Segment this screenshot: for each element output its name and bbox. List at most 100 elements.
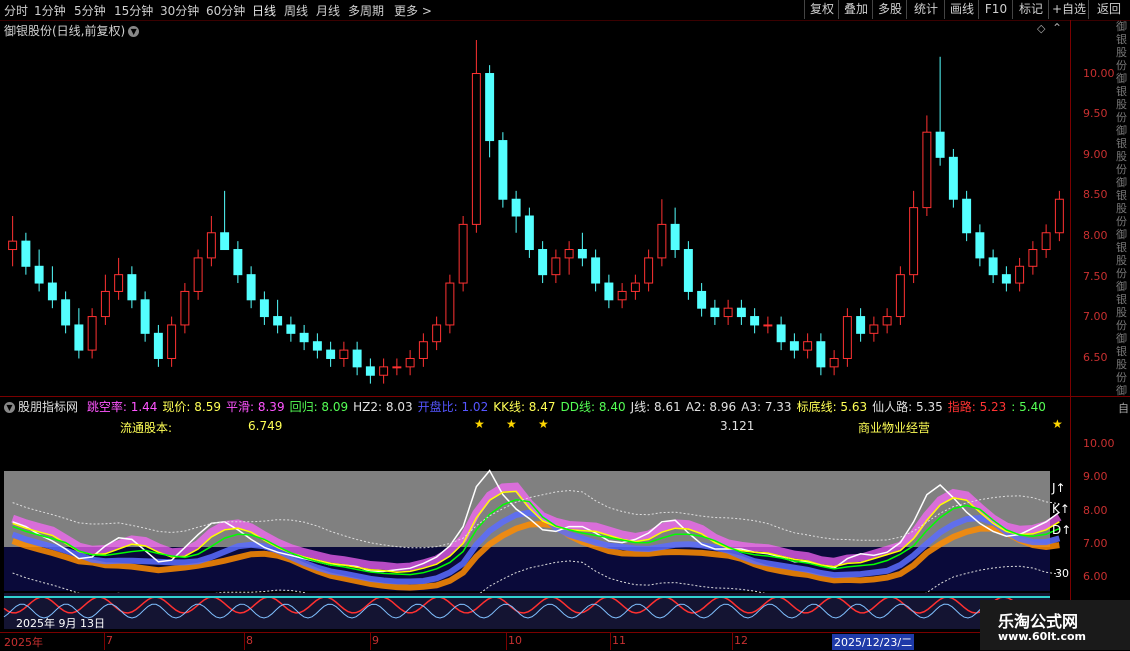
candle xyxy=(909,190,919,284)
candle xyxy=(180,283,190,334)
period-tab-5min[interactable]: 5分钟 xyxy=(74,2,106,19)
period-tab-1min[interactable]: 1分钟 xyxy=(34,2,66,19)
candle-body xyxy=(365,366,375,376)
candle-body xyxy=(617,290,627,301)
candle-body xyxy=(193,257,203,292)
candle-body xyxy=(498,140,508,200)
float-shares-label: 流通股本: xyxy=(120,421,173,435)
candle xyxy=(617,283,627,309)
period-tab-multi[interactable]: 多周期 xyxy=(348,2,384,19)
candle xyxy=(299,324,309,351)
overlay-button[interactable]: 叠加 xyxy=(838,0,873,19)
star-icon: ★ xyxy=(506,417,517,431)
add-watchlist-button[interactable]: +自选 xyxy=(1048,0,1089,19)
candle-body xyxy=(564,249,574,259)
period-tab-intraday[interactable]: 分时 xyxy=(4,2,28,19)
candle xyxy=(392,358,402,376)
candle xyxy=(697,283,707,317)
candle xyxy=(246,266,256,309)
candle-body xyxy=(339,349,349,359)
indicator-chart[interactable] xyxy=(0,435,1070,630)
statistics-button[interactable]: 统计 xyxy=(906,0,945,19)
price-axis-line xyxy=(1070,20,1071,632)
date-axis: 2025年 7 8 9 10 11 12 2025/12/23/二 xyxy=(0,632,1070,651)
period-tab-15min[interactable]: 15分钟 xyxy=(114,2,153,19)
candlestick-chart[interactable] xyxy=(0,36,1070,396)
candle xyxy=(935,56,945,166)
price-tick: 6.50 xyxy=(1083,351,1108,364)
candle xyxy=(829,350,839,376)
candle-body xyxy=(1015,265,1025,284)
candle-body xyxy=(816,341,826,368)
period-tab-daily[interactable]: 日线 xyxy=(252,2,276,19)
candle-body xyxy=(657,223,667,259)
candle-body xyxy=(710,307,720,318)
watermark-title: 乐淘公式网 xyxy=(998,612,1079,631)
period-tab-60min[interactable]: 60分钟 xyxy=(206,2,245,19)
candle-body xyxy=(538,249,548,276)
period-tab-weekly[interactable]: 周线 xyxy=(284,2,308,19)
candle-body xyxy=(220,232,230,251)
candle-body xyxy=(962,198,972,234)
candle xyxy=(564,241,574,275)
d-line-label: D↑ xyxy=(1052,523,1072,537)
period-toolbar: 分时 1分钟 5分钟 15分钟 30分钟 60分钟 日线 周线 月线 多周期 更… xyxy=(0,0,1130,21)
candle xyxy=(233,241,243,284)
candle xyxy=(153,324,163,367)
candle-body xyxy=(458,223,468,284)
indicator-tick: 6.00 xyxy=(1083,570,1108,583)
month-separator xyxy=(104,633,105,650)
candle-body xyxy=(776,324,786,343)
date-label: 2025年 xyxy=(4,636,43,649)
star-icon: ★ xyxy=(1052,417,1063,431)
candle-body xyxy=(803,341,813,351)
candle-body xyxy=(206,232,216,259)
chevron-up-icon[interactable]: ⌃ xyxy=(1052,21,1062,35)
chevron-down-icon[interactable]: ▼ xyxy=(4,402,15,413)
candle xyxy=(511,190,521,233)
indicator-values: 跳空率: 1.44 现价: 8.59 平滑: 8.39 回归: 8.09 HZ2: 8.… xyxy=(87,400,1051,414)
back-button[interactable]: 返回 xyxy=(1088,0,1129,19)
candle-body xyxy=(352,349,362,368)
candle-body xyxy=(524,215,534,251)
multi-stock-button[interactable]: 多股 xyxy=(872,0,907,19)
candle xyxy=(524,207,534,258)
candle-body xyxy=(127,274,137,301)
mark-button[interactable]: 标记 xyxy=(1012,0,1049,19)
period-tab-monthly[interactable]: 月线 xyxy=(316,2,340,19)
candle-body xyxy=(577,249,587,259)
date-label: 12 xyxy=(734,634,748,647)
candle xyxy=(379,358,389,384)
candle xyxy=(1001,266,1011,292)
price-tick: 10.00 xyxy=(1083,67,1115,80)
adjust-button[interactable]: 复权 xyxy=(804,0,839,19)
month-separator xyxy=(732,633,733,650)
indicator-value-item: 平滑: 8.39 xyxy=(226,400,285,414)
draw-line-button[interactable]: 画线 xyxy=(944,0,979,19)
indicator-extra-label: 30 xyxy=(1055,567,1069,580)
indicator-value-item: 跳空率: 1.44 xyxy=(86,400,158,414)
candle xyxy=(114,257,124,300)
candle-body xyxy=(1041,232,1051,251)
candle xyxy=(1028,241,1038,275)
indicator-value-item: 开盘比: 1.02 xyxy=(417,400,489,414)
period-tab-30min[interactable]: 30分钟 xyxy=(160,2,199,19)
candle-body xyxy=(167,324,177,359)
f10-button[interactable]: F10 xyxy=(978,0,1013,19)
candle-body xyxy=(1054,198,1064,234)
indicator-value-item: 现价: 8.59 xyxy=(162,400,221,414)
indicator-value-item: DD线: 8.40 xyxy=(560,400,626,414)
candle xyxy=(551,249,561,284)
candle xyxy=(630,274,640,300)
month-separator xyxy=(506,633,507,650)
candle xyxy=(312,333,322,359)
candle xyxy=(776,316,786,351)
period-tab-more[interactable]: 更多 > xyxy=(394,2,432,19)
candle-body xyxy=(763,324,773,327)
candle xyxy=(432,316,442,351)
diamond-icon[interactable]: ◇ xyxy=(1037,22,1045,35)
candle xyxy=(74,308,84,359)
candle-body xyxy=(445,282,455,326)
candle-body xyxy=(418,341,428,359)
candle-body xyxy=(140,299,150,334)
